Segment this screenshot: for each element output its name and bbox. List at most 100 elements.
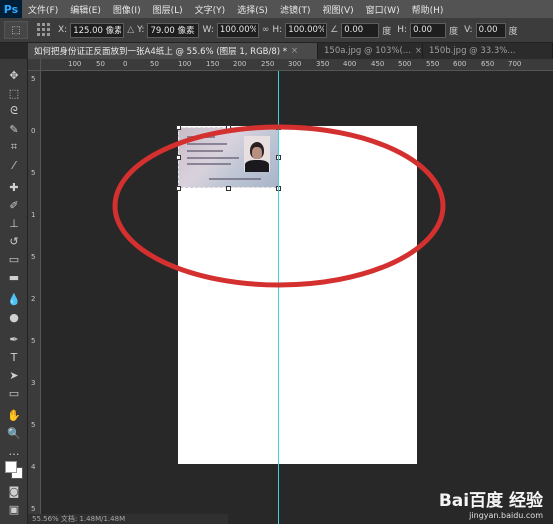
menu-view[interactable]: 视图(V) (316, 3, 359, 16)
reference-point-grid[interactable] (37, 23, 51, 37)
menu-help[interactable]: 帮助(H) (406, 3, 450, 16)
zoom-tool-icon[interactable]: 🔍 (6, 425, 22, 441)
clone-stamp-tool-icon[interactable]: ⊥ (6, 215, 22, 231)
ruler-label: 5 (31, 253, 36, 261)
status-bar: 55.56% 文档: 1.48M/1.48M (28, 514, 228, 524)
h-label: H: (272, 25, 283, 35)
move-transform-icon: ⬚ (11, 24, 21, 36)
dodge-tool-icon[interactable]: ● (6, 309, 22, 325)
ruler-label: 700 (508, 60, 522, 68)
ruler-label: 5 (31, 169, 36, 177)
canvas-workspace[interactable]: Bai百度 经验 jingyan.baidu.com (41, 71, 553, 524)
watermark-url: jingyan.baidu.com (469, 511, 543, 520)
more-tools-icon[interactable]: … (6, 443, 22, 459)
healing-brush-tool-icon[interactable]: ✚ (6, 179, 22, 195)
tab-title: 150a.jpg @ 103%(... (324, 46, 411, 56)
h-skew-input[interactable] (410, 22, 447, 38)
close-icon[interactable]: × (291, 46, 298, 56)
ruler-label: 400 (343, 60, 357, 68)
menu-type[interactable]: 文字(Y) (189, 3, 232, 16)
v-skew-input[interactable] (475, 22, 506, 38)
ruler-label: 0 (31, 127, 36, 135)
quick-select-tool-icon[interactable]: ✎ (6, 121, 22, 137)
blur-tool-icon[interactable]: 💧 (6, 291, 22, 307)
ruler-label: 5 (31, 505, 36, 513)
tab-active-document[interactable]: 如何把身份证正反面放到一张A4纸上 @ 55.6% (图层 1, RGB/8) … (28, 43, 318, 59)
tools-panel: ✥ ⬚ ᘓ ✎ ⌗ ⁄ ✚ ✐ ⊥ ↺ ▭ ▬ 💧 ● ✒ T ➤ ▭ ✋ 🔍 … (0, 59, 28, 524)
marquee-tool-icon[interactable]: ⬚ (6, 85, 22, 101)
width-input[interactable] (216, 22, 259, 38)
ruler-label: 550 (426, 60, 440, 68)
pen-tool-icon[interactable]: ✒ (6, 331, 22, 347)
ruler-label: 250 (261, 60, 275, 68)
ruler-label: 500 (398, 60, 412, 68)
delta-icon[interactable]: △ (127, 25, 134, 35)
menu-filter[interactable]: 滤镜(T) (274, 3, 317, 16)
h-skew-label: H: (397, 25, 408, 35)
red-annotation-ellipse (112, 124, 446, 288)
ruler-label: 200 (233, 60, 247, 68)
move-tool-icon[interactable]: ✥ (6, 67, 22, 83)
angle-icon: ∠ (330, 25, 339, 35)
horizontal-ruler[interactable]: 100 50 0 50 100 150 200 250 300 350 400 … (41, 59, 553, 71)
type-tool-icon[interactable]: T (6, 349, 22, 365)
x-position-input[interactable] (70, 22, 125, 38)
ruler-label: 50 (96, 60, 105, 68)
ruler-label: 650 (481, 60, 495, 68)
ruler-label: 300 (288, 60, 302, 68)
ruler-label: 600 (453, 60, 467, 68)
ruler-label: 3 (31, 379, 36, 387)
vertical-ruler[interactable]: 5 0 5 1 5 2 5 3 5 4 5 (28, 71, 41, 524)
hand-tool-icon[interactable]: ✋ (6, 407, 22, 423)
ruler-label: 2 (31, 295, 36, 303)
ruler-label: 150 (206, 60, 220, 68)
brush-tool-icon[interactable]: ✐ (6, 197, 22, 213)
ruler-label: 450 (371, 60, 385, 68)
ruler-label: 5 (31, 421, 36, 429)
eraser-tool-icon[interactable]: ▭ (6, 251, 22, 267)
height-input[interactable] (285, 22, 328, 38)
ruler-label: 100 (68, 60, 82, 68)
gradient-tool-icon[interactable]: ▬ (6, 269, 22, 285)
baidu-jingyan-watermark: Bai百度 经验 jingyan.baidu.com (439, 486, 543, 520)
path-selection-tool-icon[interactable]: ➤ (6, 367, 22, 383)
tab-150a[interactable]: 150a.jpg @ 103%(... × (318, 43, 423, 59)
angle-unit: 度 (382, 26, 392, 37)
h-skew-unit: 度 (449, 26, 459, 37)
foreground-color-swatch[interactable] (5, 461, 17, 473)
menu-edit[interactable]: 编辑(E) (64, 3, 107, 16)
ruler-label: 100 (178, 60, 192, 68)
tab-150b[interactable]: 150b.jpg @ 33.3%... (423, 43, 553, 59)
ruler-label: 0 (123, 60, 128, 68)
menu-file[interactable]: 文件(F) (22, 3, 64, 16)
quick-mask-icon[interactable]: ◙ (6, 483, 22, 499)
ruler-label: 1 (31, 211, 36, 219)
ruler-label: 350 (316, 60, 330, 68)
y-position-input[interactable] (147, 22, 200, 38)
lasso-tool-icon[interactable]: ᘓ (6, 103, 22, 119)
menu-select[interactable]: 选择(S) (231, 3, 274, 16)
app-logo: Ps (0, 0, 22, 18)
menu-layer[interactable]: 图层(L) (147, 3, 189, 16)
rotate-angle-input[interactable] (341, 22, 380, 38)
eyedropper-tool-icon[interactable]: ⁄ (6, 157, 22, 173)
w-label: W: (202, 25, 214, 35)
watermark-logo: Bai百度 经验 (438, 491, 543, 511)
tab-title: 150b.jpg @ 33.3%... (429, 46, 516, 56)
x-label: X: (58, 25, 68, 35)
shape-tool-icon[interactable]: ▭ (6, 385, 22, 401)
tool-preset-picker[interactable]: ⬚ (4, 21, 28, 39)
menu-window[interactable]: 窗口(W) (360, 3, 406, 16)
ruler-origin[interactable] (28, 59, 41, 71)
link-icon[interactable]: ∞ (262, 25, 270, 35)
options-bar: ⬚ X: △ Y: W: ∞ H: ∠ 度 H: 度 V: 度 (0, 18, 553, 43)
v-skew-label: V: (464, 25, 473, 35)
close-icon[interactable]: × (415, 46, 422, 56)
crop-tool-icon[interactable]: ⌗ (6, 139, 22, 155)
screen-mode-icon[interactable]: ▣ (6, 501, 22, 517)
ruler-label: 4 (31, 463, 36, 471)
menu-bar: Ps 文件(F) 编辑(E) 图像(I) 图层(L) 文字(Y) 选择(S) 滤… (0, 0, 553, 18)
menu-image[interactable]: 图像(I) (107, 3, 147, 16)
tab-title: 如何把身份证正反面放到一张A4纸上 @ 55.6% (图层 1, RGB/8) … (34, 47, 288, 57)
history-brush-tool-icon[interactable]: ↺ (6, 233, 22, 249)
